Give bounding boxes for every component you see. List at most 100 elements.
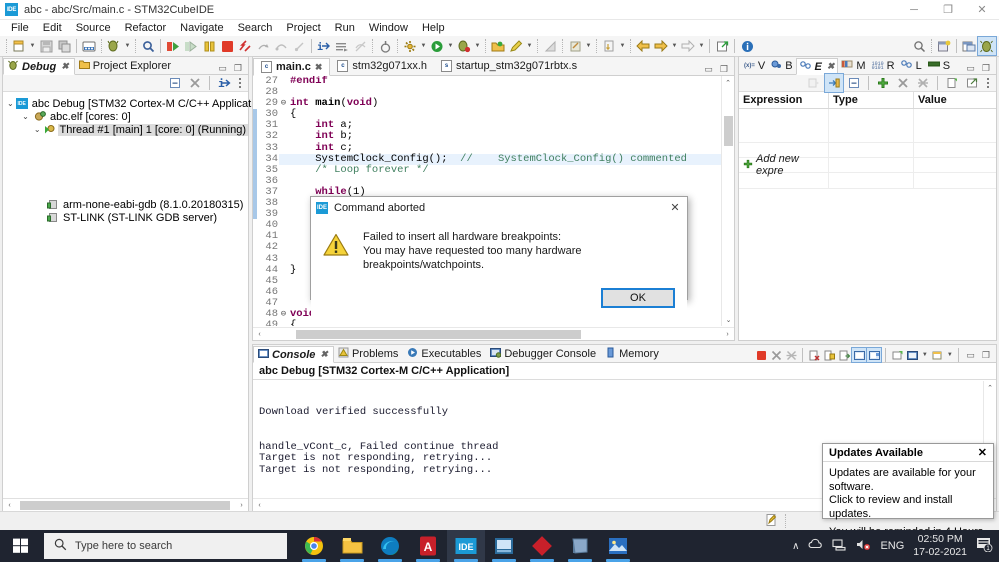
cpp-perspective-icon[interactable]: [960, 37, 978, 55]
cell-type[interactable]: [829, 158, 914, 172]
stm32cubeide-taskbar-icon[interactable]: IDE: [447, 530, 485, 562]
column-value[interactable]: Value: [914, 92, 996, 108]
tab-variables[interactable]: (x)= V: [741, 57, 768, 74]
cell-value[interactable]: [914, 143, 996, 157]
next-annotation-dropdown[interactable]: ▼: [618, 37, 627, 55]
action-center-icon[interactable]: 1: [976, 537, 993, 555]
tab-console-close-icon[interactable]: ✖: [320, 349, 328, 360]
taskbar-clock[interactable]: 02:50 PM 17-02-2021: [913, 533, 967, 559]
menu-help[interactable]: Help: [415, 20, 452, 36]
cell-type[interactable]: [829, 109, 914, 142]
open-new-view-icon[interactable]: [963, 74, 981, 92]
hscroll-thumb[interactable]: [296, 329, 581, 339]
maximize-editor-icon[interactable]: ❐: [720, 64, 728, 75]
view-menu-icon[interactable]: [983, 74, 993, 92]
tree-item-thread[interactable]: ⌄ Thread #1 [main] 1 [core: 0] (Running): [7, 123, 248, 136]
annotate-icon[interactable]: [507, 37, 525, 55]
remove-all-terminated-icon[interactable]: [784, 348, 798, 362]
debug-launch-dropdown[interactable]: ▼: [123, 37, 132, 55]
step-over-disabled-icon[interactable]: [272, 37, 290, 55]
run-to-line-icon[interactable]: [290, 37, 308, 55]
tab-console[interactable]: Console ✖: [253, 346, 334, 363]
annotate-dropdown[interactable]: ▼: [525, 37, 534, 55]
next-edit-icon[interactable]: [679, 37, 697, 55]
hscroll-track[interactable]: [16, 499, 235, 512]
cell-value[interactable]: [914, 109, 996, 142]
tab-debugger-console[interactable]: Debugger Console: [486, 345, 601, 362]
menu-run[interactable]: Run: [328, 20, 362, 36]
menu-navigate[interactable]: Navigate: [173, 20, 230, 36]
toggle-step-icon[interactable]: [376, 37, 394, 55]
tab-startup-s[interactable]: s startup_stm32g071rbtx.s: [434, 57, 584, 75]
skip-breakpoints-icon[interactable]: [351, 37, 369, 55]
open-resource-icon[interactable]: [489, 37, 507, 55]
tray-chevron-up-icon[interactable]: ∧: [792, 541, 799, 552]
add-expression-icon[interactable]: [874, 74, 892, 92]
info-icon[interactable]: [738, 37, 756, 55]
vscroll-up-icon[interactable]: ⌃: [722, 76, 734, 89]
show-logical-structure-icon[interactable]: [824, 73, 844, 93]
quick-access-search-icon[interactable]: [910, 37, 928, 55]
updates-available-toast[interactable]: Updates Available ✕ Updates are availabl…: [822, 443, 994, 552]
tree-item-stlink[interactable]: ST-LINK (ST-LINK GDB server): [7, 211, 248, 224]
search-toolbar-icon[interactable]: [139, 37, 157, 55]
paste-icon[interactable]: [566, 37, 584, 55]
cell-expression[interactable]: [739, 173, 829, 188]
minimize-view-icon[interactable]: ▭: [966, 63, 975, 74]
remove-all-icon[interactable]: [914, 74, 932, 92]
tree-item-launch-config[interactable]: ⌄ IDE abc Debug [STM32 Cortex-M C/C++ Ap…: [7, 97, 269, 110]
code-line[interactable]: 35 /* Loop forever */: [253, 164, 734, 176]
pin-console-icon[interactable]: [851, 347, 868, 363]
vscroll-up-icon[interactable]: ⌃: [984, 381, 996, 394]
windows-start-icon[interactable]: [0, 530, 42, 562]
step-filters-icon[interactable]: i: [215, 74, 233, 92]
build-config-dropdown[interactable]: ▼: [419, 37, 428, 55]
step-return-icon[interactable]: [254, 37, 272, 55]
minimize-button[interactable]: ─: [897, 0, 931, 20]
column-expression[interactable]: Expression: [739, 92, 829, 108]
open-console-dropdown[interactable]: ▼: [920, 348, 929, 362]
acrobat-reader-taskbar-icon[interactable]: A: [409, 530, 447, 562]
tab-expressions-close-icon[interactable]: ✖: [827, 61, 835, 72]
show-type-names-icon[interactable]: [805, 74, 823, 92]
cell-type[interactable]: [829, 173, 914, 188]
chevron-down-icon[interactable]: ⌄: [7, 99, 14, 108]
run-icon[interactable]: [428, 37, 446, 55]
new-console-dropdown[interactable]: ▼: [945, 348, 954, 362]
chevron-down-icon[interactable]: ⌄: [20, 112, 31, 121]
new-file-icon[interactable]: [10, 37, 28, 55]
hscroll-right-icon[interactable]: ›: [235, 499, 248, 512]
code-line[interactable]: 27 #endif: [253, 76, 734, 88]
photos-taskbar-icon[interactable]: [599, 530, 637, 562]
scroll-lock-icon[interactable]: [822, 348, 836, 362]
save-all-icon[interactable]: [55, 37, 73, 55]
tree-item-elf[interactable]: ⌄ abc.elf [cores: 0]: [7, 110, 248, 123]
restore-button[interactable]: ❐: [931, 0, 965, 20]
new-watchlist-icon[interactable]: [943, 74, 961, 92]
tab-sfrs[interactable]: S: [925, 57, 953, 74]
new-console-view-icon[interactable]: [905, 348, 919, 362]
chrome-taskbar-icon[interactable]: [295, 530, 333, 562]
minimize-view-icon[interactable]: ▭: [218, 63, 227, 74]
editor-hscrollbar[interactable]: ‹ ›: [253, 327, 734, 340]
debug-launch-icon[interactable]: [105, 37, 123, 55]
remove-terminated-icon[interactable]: [186, 74, 204, 92]
disconnect-icon[interactable]: [236, 37, 254, 55]
language-indicator[interactable]: ENG: [880, 540, 904, 552]
debug-dropdown[interactable]: ▼: [473, 37, 482, 55]
fold-collapse-icon[interactable]: ⊖: [279, 98, 288, 109]
hscroll-right-icon[interactable]: ›: [721, 328, 734, 341]
tree-item-gdb[interactable]: arm-none-eabi-gdb (8.1.0.20180315): [7, 198, 248, 211]
close-button[interactable]: ✕: [965, 0, 999, 20]
build-config-icon[interactable]: [401, 37, 419, 55]
hscroll-track[interactable]: [266, 328, 721, 341]
menu-search[interactable]: Search: [231, 20, 280, 36]
back-icon[interactable]: [634, 37, 652, 55]
maximize-view-icon[interactable]: ❐: [979, 350, 993, 361]
vscroll-down-icon[interactable]: ⌄: [722, 313, 734, 326]
dialog-close-icon[interactable]: ✕: [663, 201, 687, 214]
menu-file[interactable]: File: [4, 20, 36, 36]
tab-modules[interactable]: M: [838, 57, 868, 74]
run-dropdown[interactable]: ▼: [446, 37, 455, 55]
tab-debug[interactable]: Debug ✖: [3, 58, 75, 75]
